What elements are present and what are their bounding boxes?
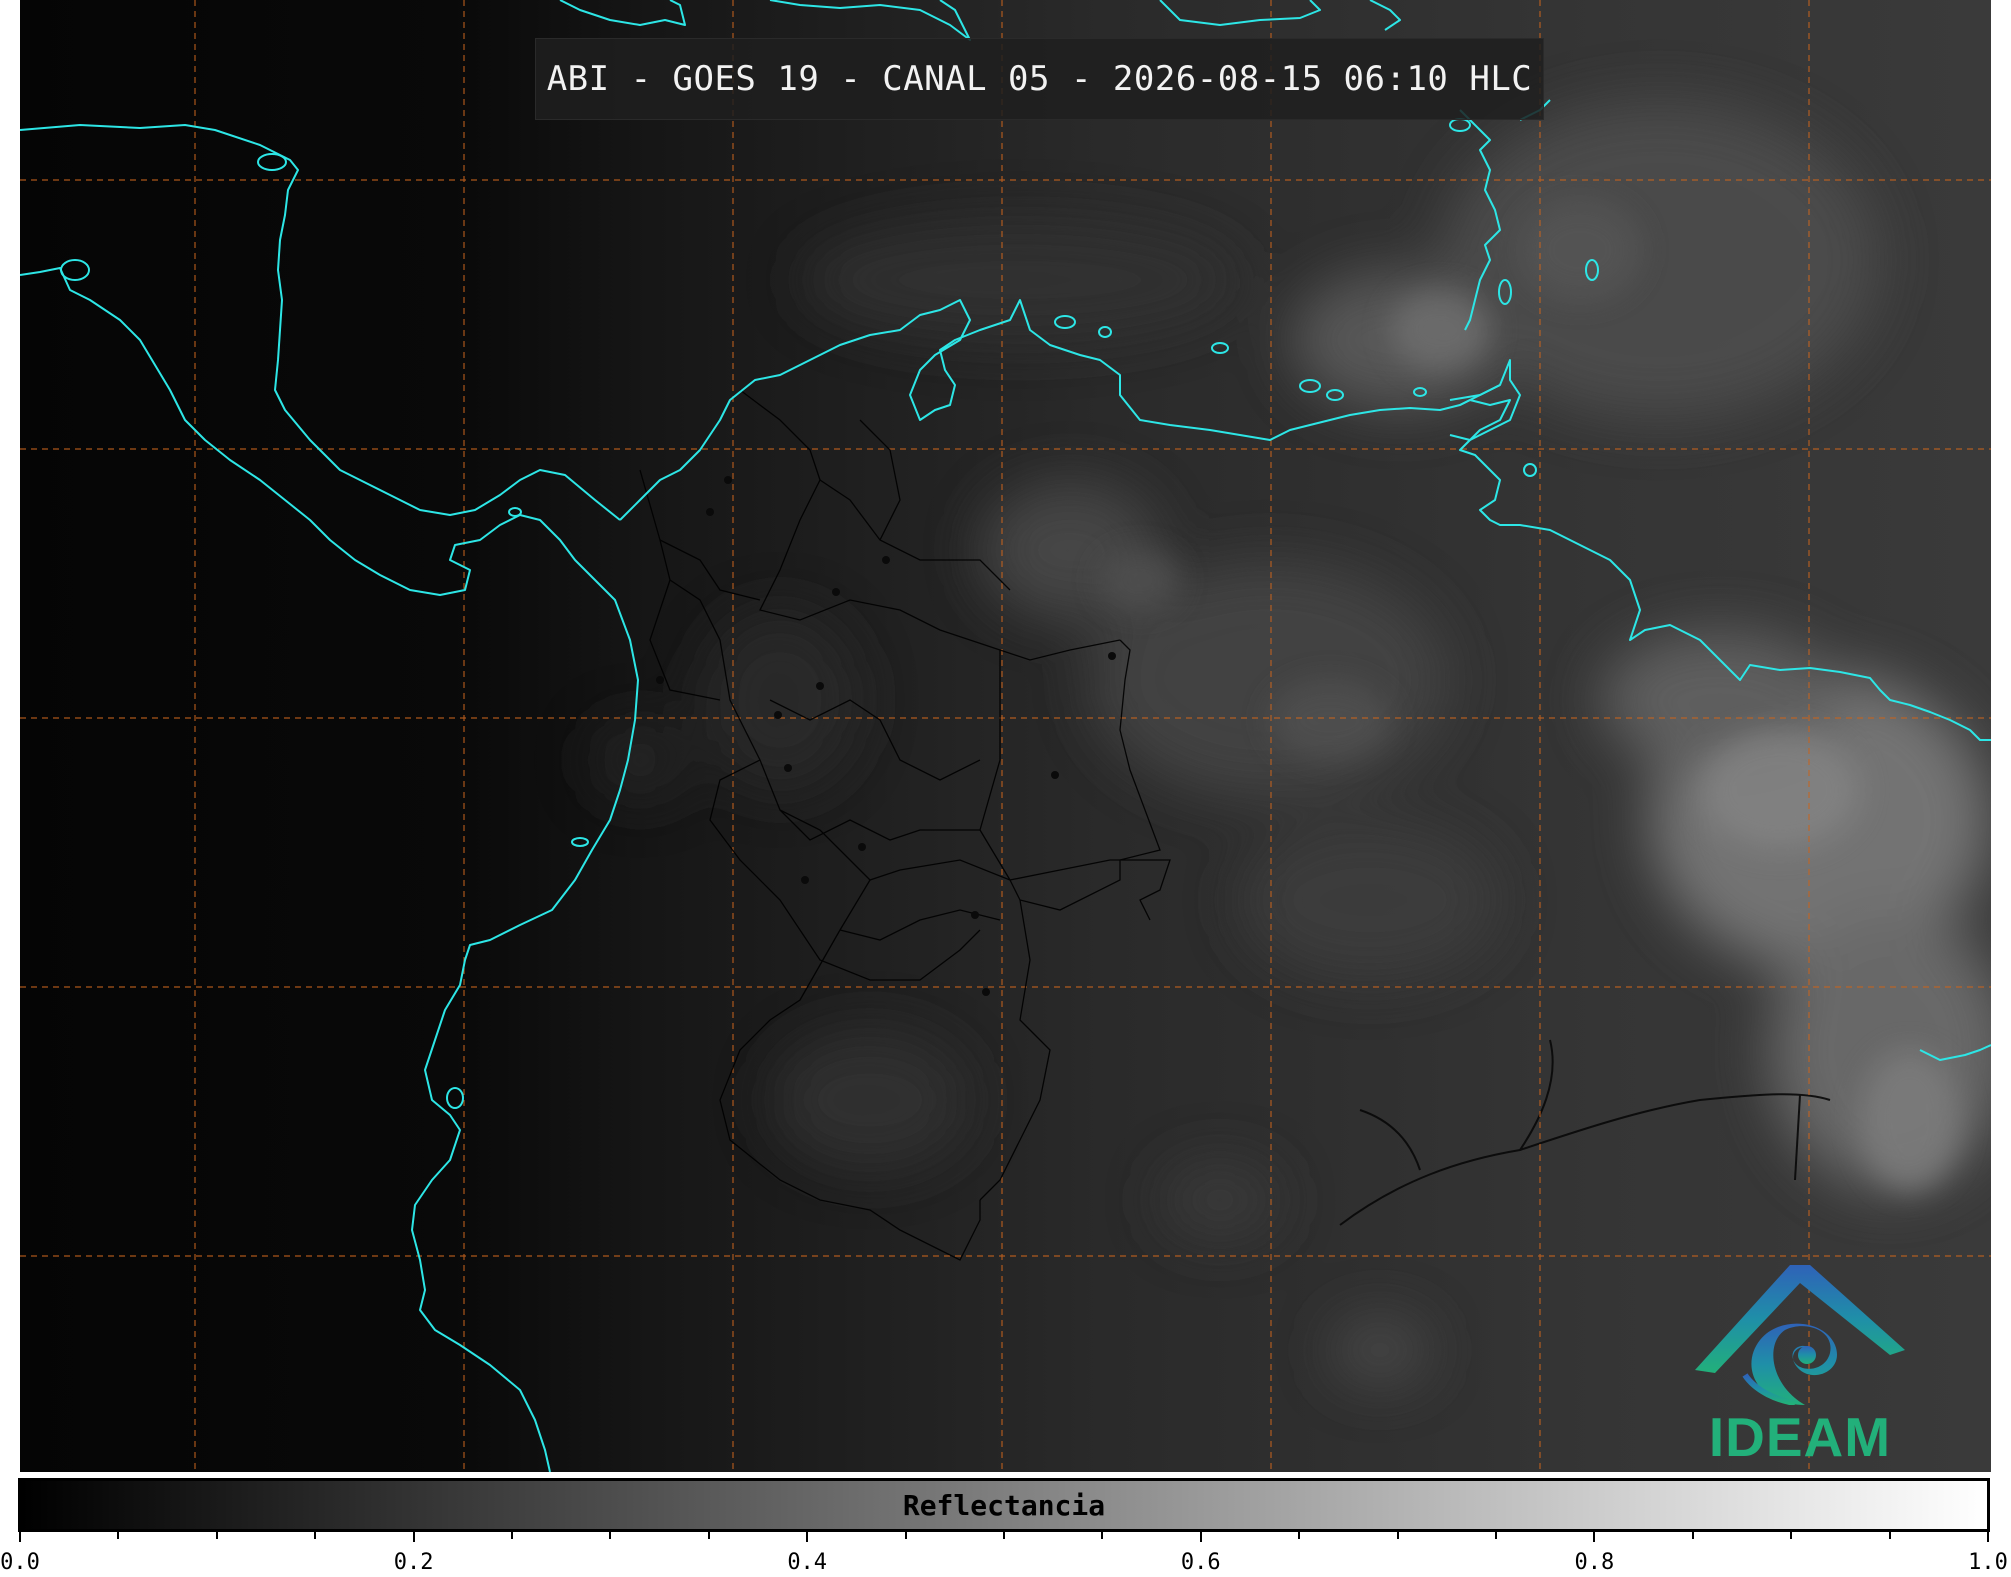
colorbar-minor-tick (314, 1532, 317, 1539)
colorbar-minor-tick (609, 1532, 612, 1539)
colorbar-minor-tick (511, 1532, 513, 1539)
colorbar-minor-tick (117, 1532, 120, 1539)
reflectance-colorbar: Reflectancia (18, 1478, 1990, 1532)
colorbar-minor-tick (1495, 1532, 1497, 1539)
colorbar-major-tick (412, 1532, 415, 1542)
colorbar-tick-label: 0.0 (0, 1550, 40, 1575)
colorbar-minor-tick (1888, 1532, 1891, 1539)
colorbar-minor-tick (1691, 1532, 1694, 1539)
colorbar-major-tick (806, 1532, 809, 1542)
logo-text: IDEAM (1708, 1406, 1892, 1468)
colorbar-tick-label: 1.0 (1968, 1550, 2008, 1575)
colorbar-major-tick (19, 1532, 21, 1542)
colorbar-tick-label: 0.6 (1180, 1550, 1221, 1575)
title-banner: ABI - GOES 19 - CANAL 05 - 2026-08-15 06… (535, 38, 1544, 120)
colorbar-minor-tick (1396, 1532, 1399, 1539)
colorbar-label: Reflectancia (902, 1488, 1106, 1522)
colorbar-minor-tick (707, 1532, 710, 1539)
colorbar-major-tick (1593, 1532, 1596, 1542)
colorbar-major-tick (1987, 1532, 1989, 1542)
colorbar-tick-label: 0.2 (393, 1550, 434, 1575)
colorbar-minor-tick (1298, 1532, 1301, 1539)
colorbar-minor-tick (1101, 1532, 1104, 1539)
colorbar-tick-label: 0.8 (1574, 1550, 1615, 1575)
map-canvas (20, 0, 1991, 1472)
colorbar-minor-tick (1790, 1532, 1793, 1539)
colorbar-minor-tick (215, 1532, 218, 1539)
colorbar-minor-tick (904, 1532, 907, 1539)
colorbar-major-tick (1199, 1532, 1202, 1542)
ideam-logo: IDEAM (1685, 1255, 1915, 1470)
colorbar-minor-tick (1003, 1532, 1005, 1539)
map-title: ABI - GOES 19 - CANAL 05 - 2026-08-15 06… (546, 59, 1533, 99)
colorbar-tick-label: 0.4 (787, 1550, 828, 1575)
satellite-map: ABI - GOES 19 - CANAL 05 - 2026-08-15 06… (20, 0, 1991, 1472)
ideam-mountain-swirl-logo-icon (1695, 1265, 1905, 1406)
